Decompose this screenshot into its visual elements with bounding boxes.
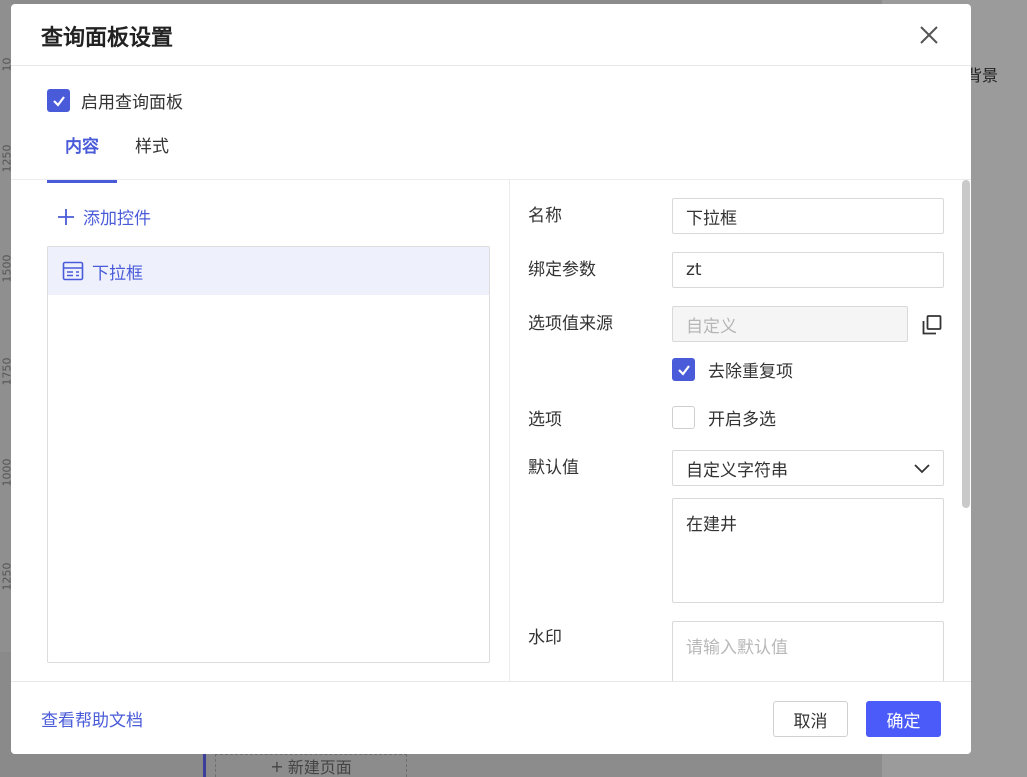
plus-icon xyxy=(58,208,74,225)
default-label: 默认值 xyxy=(528,458,579,478)
dialog-header: 查询面板设置 xyxy=(11,4,971,66)
enable-query-panel-label: 启用查询面板 xyxy=(81,93,183,113)
source-label: 选项值来源 xyxy=(528,314,613,334)
add-control-label: 添加控件 xyxy=(83,209,151,229)
default-type-select[interactable]: 自定义字符串 xyxy=(672,450,944,486)
tab-style[interactable]: 样式 xyxy=(117,132,187,183)
list-item[interactable]: 下拉框 xyxy=(48,247,489,295)
name-input-value: 下拉框 xyxy=(686,208,737,229)
enable-query-panel-row[interactable]: 启用查询面板 xyxy=(47,88,183,113)
column-divider xyxy=(509,180,510,682)
multi-select-row[interactable]: 开启多选 xyxy=(672,405,776,430)
default-type-value: 自定义字符串 xyxy=(686,460,788,481)
control-list: 下拉框 xyxy=(47,246,490,663)
settings-tabs: 内容 样式 xyxy=(47,132,187,183)
tab-content[interactable]: 内容 xyxy=(47,132,117,183)
source-input: 自定义 xyxy=(672,306,908,342)
dedupe-checkbox[interactable] xyxy=(672,358,695,381)
watermark-label: 水印 xyxy=(528,628,562,648)
name-label: 名称 xyxy=(528,206,562,226)
param-label: 绑定参数 xyxy=(528,260,596,280)
dropdown-control-icon xyxy=(62,261,84,281)
source-input-value: 自定义 xyxy=(686,316,737,337)
dialog-title: 查询面板设置 xyxy=(41,26,174,51)
tabs-divider xyxy=(11,179,971,180)
dialog-footer: 查看帮助文档 取消 确定 xyxy=(11,681,971,754)
default-value-text: 在建井 xyxy=(686,515,737,535)
close-icon[interactable] xyxy=(917,23,941,47)
dedupe-row[interactable]: 去除重复项 xyxy=(672,357,793,382)
cancel-button[interactable]: 取消 xyxy=(773,701,848,737)
chevron-down-icon xyxy=(914,464,930,474)
default-value-textarea[interactable]: 在建井 xyxy=(672,498,944,603)
check-icon xyxy=(52,95,65,107)
ok-button[interactable]: 确定 xyxy=(866,701,941,737)
control-item-label: 下拉框 xyxy=(92,263,143,284)
param-input-value: zt xyxy=(686,260,702,280)
dedupe-label: 去除重复项 xyxy=(708,362,793,382)
new-page-button[interactable]: + 新建页面 xyxy=(215,754,407,777)
param-input[interactable]: zt xyxy=(672,252,944,288)
query-panel-settings-dialog: 查询面板设置 启用查询面板 内容 样式 添加控件 下拉框 名称 下拉框 绑定参数… xyxy=(11,4,971,754)
form-scrollbar[interactable] xyxy=(962,180,970,508)
enable-query-panel-checkbox[interactable] xyxy=(47,89,70,112)
name-input[interactable]: 下拉框 xyxy=(672,198,944,234)
add-control-button[interactable]: 添加控件 xyxy=(57,204,151,229)
check-icon xyxy=(677,364,690,376)
options-label: 选项 xyxy=(528,410,562,430)
watermark-placeholder: 请输入默认值 xyxy=(686,638,788,658)
plus-icon: + xyxy=(270,756,284,776)
help-docs-link[interactable]: 查看帮助文档 xyxy=(41,706,143,731)
copy-icon[interactable] xyxy=(920,313,944,337)
watermark-textarea[interactable]: 请输入默认值 xyxy=(672,621,944,684)
multi-select-label: 开启多选 xyxy=(708,410,776,430)
new-page-label: 新建页面 xyxy=(287,758,352,777)
multi-select-checkbox[interactable] xyxy=(672,406,695,429)
